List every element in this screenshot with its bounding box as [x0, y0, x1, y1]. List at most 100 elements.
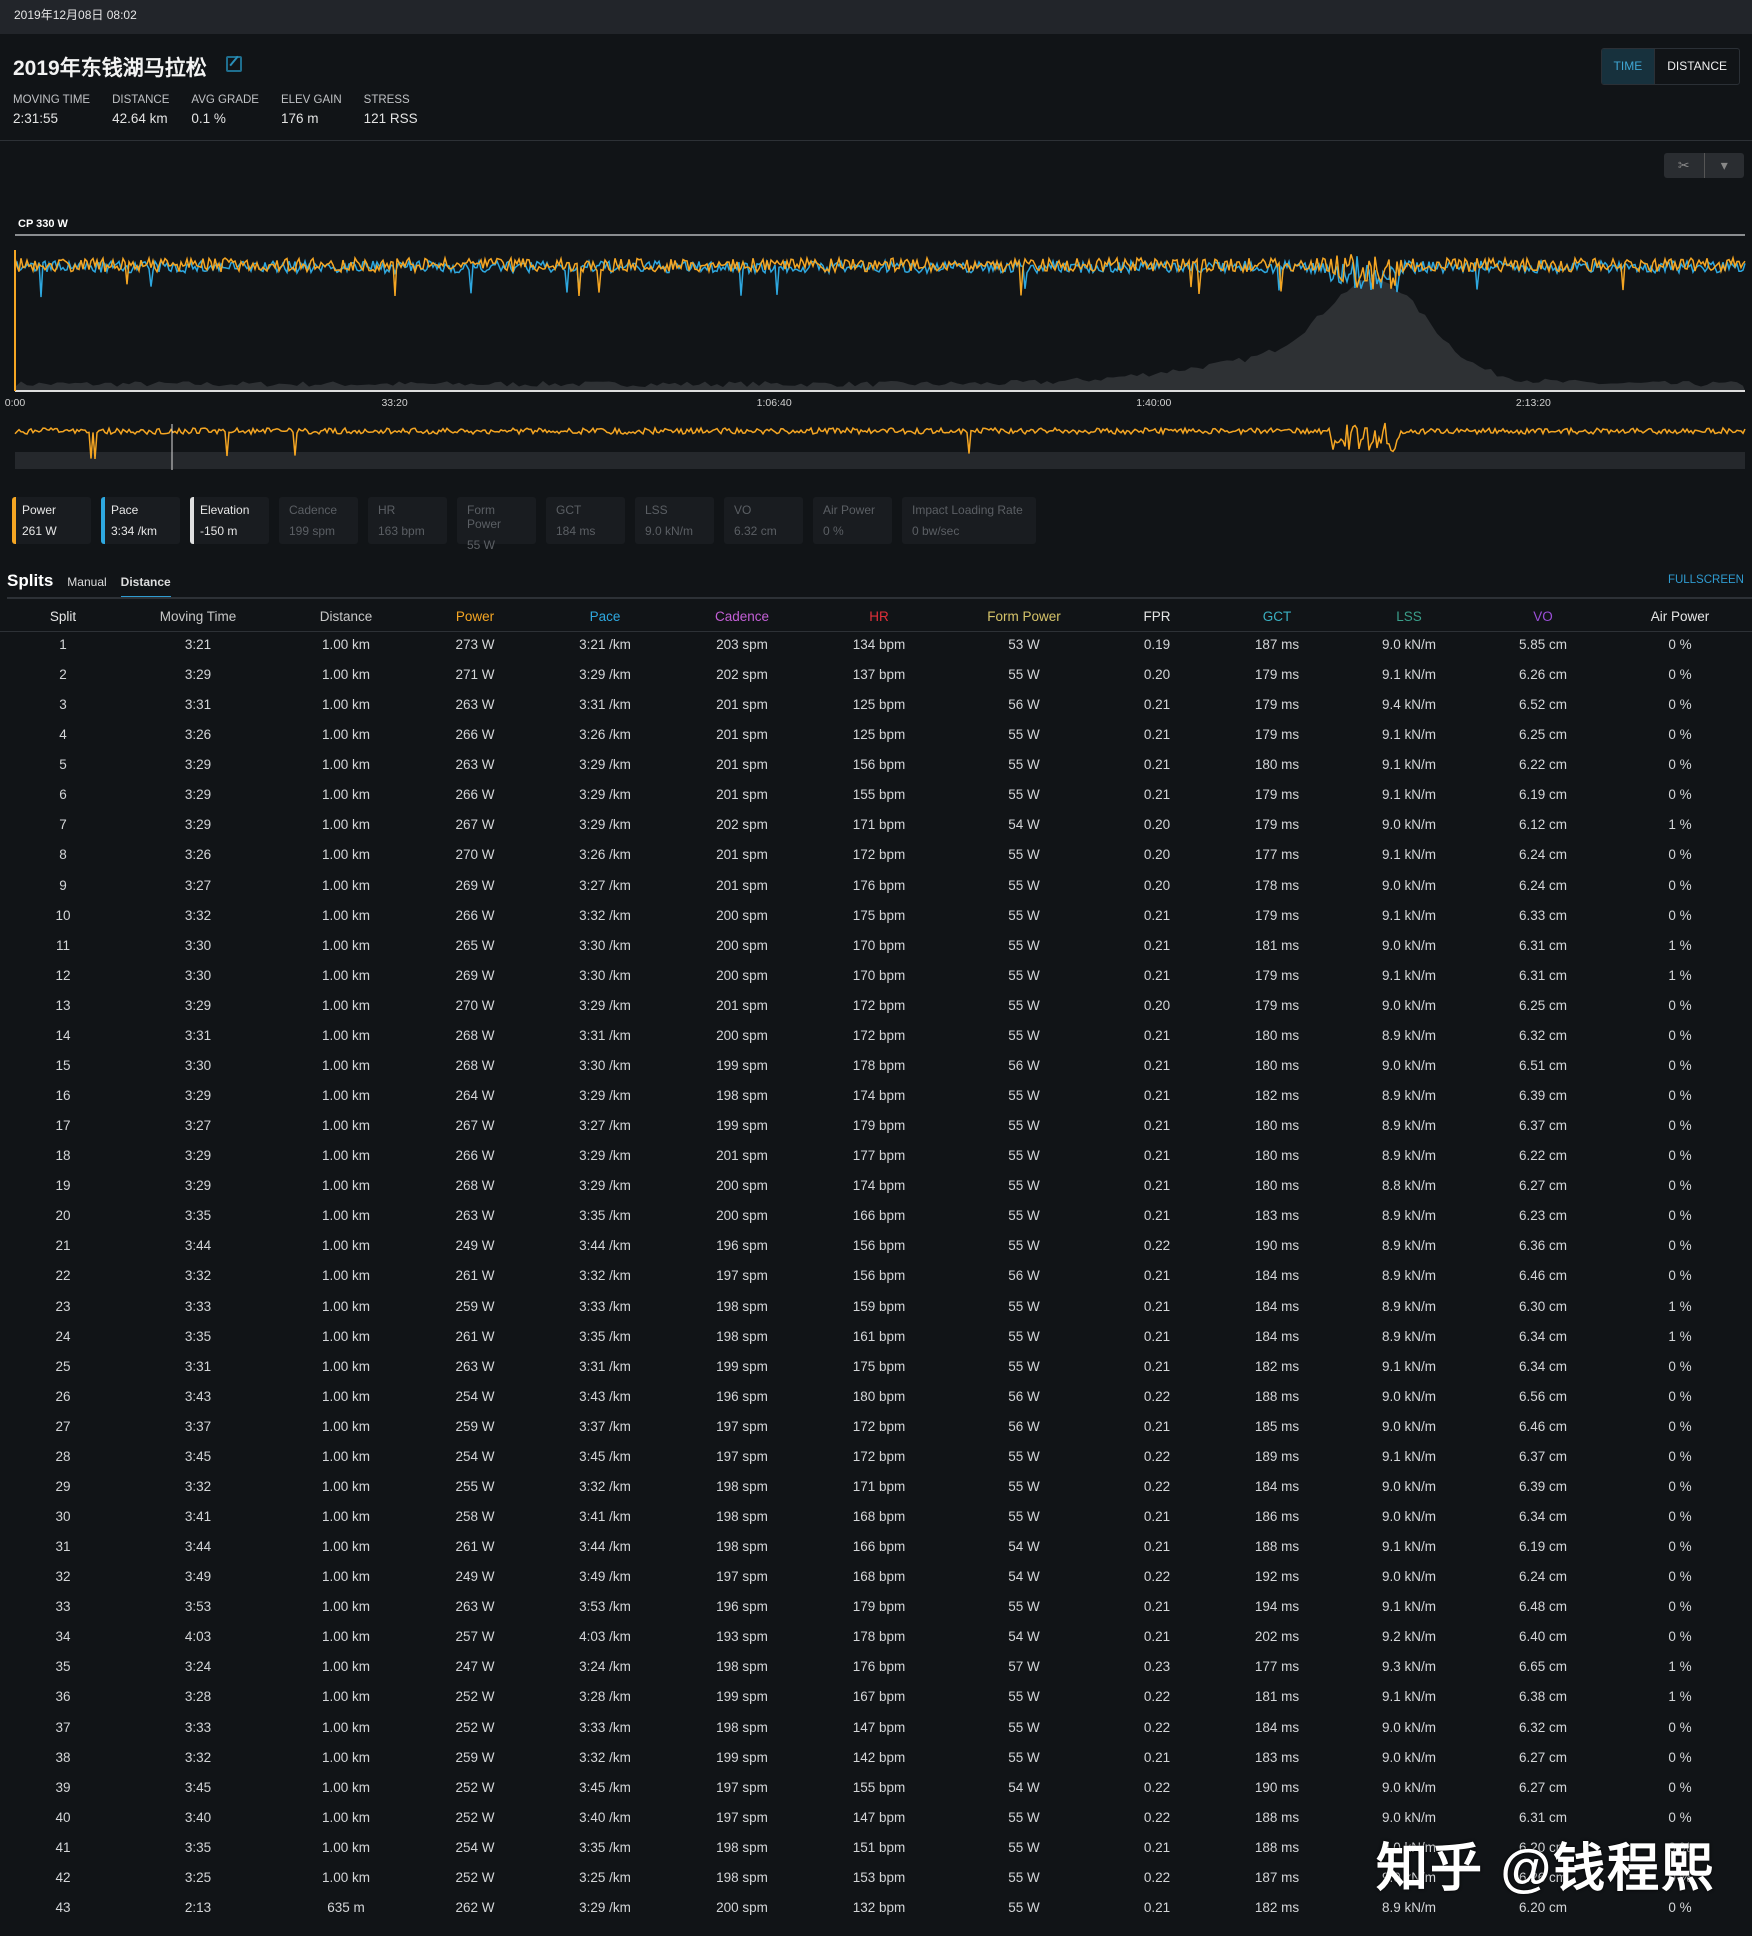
- table-row[interactable]: 12 3:30 1.00 km 269 W 3:30 /km 200 spm 170 bpm…: [0, 961, 1752, 991]
- table-row[interactable]: 31 3:44 1.00 km 261 W 3:44 /km 198 spm 166 bpm…: [0, 1532, 1752, 1562]
- column-header[interactable]: Split: [50, 602, 76, 632]
- table-row[interactable]: 16 3:29 1.00 km 264 W 3:29 /km 198 spm 174 bpm…: [0, 1081, 1752, 1111]
- metric-tile-vo[interactable]: VO 6.32 cm: [724, 497, 803, 544]
- column-header[interactable]: Form Power: [987, 602, 1061, 632]
- table-row[interactable]: 23 3:33 1.00 km 259 W 3:33 /km 198 spm 159 bpm…: [0, 1292, 1752, 1322]
- metric-value: 184 ms: [556, 524, 596, 538]
- table-row[interactable]: 22 3:32 1.00 km 261 W 3:32 /km 197 spm 156 bpm…: [0, 1261, 1752, 1291]
- column-header[interactable]: GCT: [1263, 602, 1292, 632]
- column-header[interactable]: Moving Time: [160, 602, 237, 632]
- table-cell: 178 ms: [1254, 877, 1300, 893]
- column-header[interactable]: Pace: [590, 602, 621, 632]
- table-row[interactable]: 27 3:37 1.00 km 259 W 3:37 /km 197 spm 172 bpm…: [0, 1412, 1752, 1442]
- table-row[interactable]: 7 3:29 1.00 km 267 W 3:29 /km 202 spm 171 bpm 5…: [0, 810, 1752, 840]
- column-header[interactable]: Air Power: [1651, 602, 1710, 632]
- metric-tile-power[interactable]: Power 261 W: [12, 497, 91, 544]
- metric-tile-form-power[interactable]: Form Power 55 W: [457, 497, 536, 552]
- table-row[interactable]: 39 3:45 1.00 km 252 W 3:45 /km 197 spm 155 bpm…: [0, 1773, 1752, 1803]
- table-row[interactable]: 20 3:35 1.00 km 263 W 3:35 /km 200 spm 166 bpm…: [0, 1201, 1752, 1231]
- table-row[interactable]: 34 4:03 1.00 km 257 W 4:03 /km 193 spm 178 bpm…: [0, 1622, 1752, 1652]
- column-header[interactable]: LSS: [1396, 602, 1422, 632]
- table-cell: 55 W: [1008, 1298, 1040, 1314]
- column-header[interactable]: FPR: [1144, 602, 1171, 632]
- table-row[interactable]: 38 3:32 1.00 km 259 W 3:32 /km 199 spm 142 bpm…: [0, 1743, 1752, 1773]
- table-row[interactable]: 17 3:27 1.00 km 267 W 3:27 /km 199 spm 179 bpm…: [0, 1111, 1752, 1141]
- table-cell: 3:45 /km: [579, 1779, 631, 1795]
- table-row[interactable]: 19 3:29 1.00 km 268 W 3:29 /km 200 spm 174 bpm…: [0, 1171, 1752, 1201]
- table-row[interactable]: 5 3:29 1.00 km 263 W 3:29 /km 201 spm 156 bpm 5…: [0, 750, 1752, 780]
- table-row[interactable]: 14 3:31 1.00 km 268 W 3:31 /km 200 spm 172 bpm…: [0, 1021, 1752, 1051]
- tab-manual[interactable]: Manual: [67, 575, 106, 596]
- table-row[interactable]: 18 3:29 1.00 km 266 W 3:29 /km 201 spm 177 bpm…: [0, 1141, 1752, 1171]
- table-cell: 1.00 km: [321, 817, 371, 833]
- table-row[interactable]: 25 3:31 1.00 km 263 W 3:31 /km 199 spm 175 bpm…: [0, 1352, 1752, 1382]
- table-cell: 132 bpm: [852, 1899, 906, 1915]
- table-row[interactable]: 3 3:31 1.00 km 263 W 3:31 /km 201 spm 125 bpm 5…: [0, 690, 1752, 720]
- table-row[interactable]: 9 3:27 1.00 km 269 W 3:27 /km 201 spm 176 bpm 5…: [0, 871, 1752, 901]
- table-row[interactable]: 29 3:32 1.00 km 255 W 3:32 /km 198 spm 171 bpm…: [0, 1472, 1752, 1502]
- table-row[interactable]: 6 3:29 1.00 km 266 W 3:29 /km 201 spm 155 bpm 5…: [0, 780, 1752, 810]
- table-row[interactable]: 13 3:29 1.00 km 270 W 3:29 /km 201 spm 172 bpm…: [0, 991, 1752, 1021]
- table-row[interactable]: 32 3:49 1.00 km 249 W 3:49 /km 197 spm 168 bpm…: [0, 1562, 1752, 1592]
- metric-tile-lss[interactable]: LSS 9.0 kN/m: [635, 497, 714, 544]
- table-cell: 0.21: [1143, 1509, 1171, 1525]
- table-cell: 179 ms: [1254, 967, 1300, 983]
- table-cell: 3:32: [184, 1268, 212, 1284]
- column-header[interactable]: Power: [456, 602, 494, 632]
- column-header[interactable]: Distance: [320, 602, 373, 632]
- table-cell: 198 spm: [716, 1539, 768, 1555]
- table-row[interactable]: 35 3:24 1.00 km 247 W 3:24 /km 198 spm 176 bpm…: [0, 1652, 1752, 1682]
- table-cell: 197 spm: [716, 1569, 768, 1585]
- table-row[interactable]: 15 3:30 1.00 km 268 W 3:30 /km 199 spm 178 bpm…: [0, 1051, 1752, 1081]
- metric-tile-air-power[interactable]: Air Power 0 %: [813, 497, 892, 544]
- table-cell: 188 ms: [1254, 1839, 1300, 1855]
- metric-tile-cadence[interactable]: Cadence 199 spm: [279, 497, 358, 544]
- table-cell: 201 spm: [716, 1148, 768, 1164]
- table-row[interactable]: 10 3:32 1.00 km 266 W 3:32 /km 200 spm 175 bpm…: [0, 901, 1752, 931]
- column-header[interactable]: HR: [869, 602, 889, 632]
- table-cell: 142 bpm: [852, 1749, 906, 1765]
- metric-tile-pace[interactable]: Pace 3:34 /km: [101, 497, 180, 544]
- table-row[interactable]: 26 3:43 1.00 km 254 W 3:43 /km 196 spm 180 bpm…: [0, 1382, 1752, 1412]
- column-header[interactable]: Cadence: [715, 602, 769, 632]
- table-cell: 3:27: [184, 877, 212, 893]
- metric-tile-elevation[interactable]: Elevation -150 m: [190, 497, 269, 544]
- table-row[interactable]: 8 3:26 1.00 km 270 W 3:26 /km 201 spm 172 bpm 5…: [0, 840, 1752, 870]
- table-cell: 0 %: [1668, 787, 1692, 803]
- power-line: [14, 254, 1746, 297]
- table-cell: 261 W: [455, 1328, 495, 1344]
- table-cell: 258 W: [455, 1509, 495, 1525]
- activity-chart[interactable]: [0, 0, 1752, 480]
- table-cell: 0.23: [1143, 1659, 1171, 1675]
- table-cell: 3:29: [184, 1148, 212, 1164]
- table-row[interactable]: 4 3:26 1.00 km 266 W 3:26 /km 201 spm 125 bpm 5…: [0, 720, 1752, 750]
- table-row[interactable]: 2 3:29 1.00 km 271 W 3:29 /km 202 spm 137 bpm 5…: [0, 660, 1752, 690]
- table-cell: 1.00 km: [321, 1057, 371, 1073]
- fullscreen-button[interactable]: FULLSCREEN: [1668, 574, 1744, 586]
- table-row[interactable]: 28 3:45 1.00 km 254 W 3:45 /km 197 spm 172 bpm…: [0, 1442, 1752, 1472]
- table-row[interactable]: 33 3:53 1.00 km 263 W 3:53 /km 196 spm 179 bpm…: [0, 1592, 1752, 1622]
- metric-tile-impact-loading-rate[interactable]: Impact Loading Rate 0 bw/sec: [902, 497, 1036, 544]
- metric-tile-hr[interactable]: HR 163 bpm: [368, 497, 447, 544]
- table-row[interactable]: 1 3:21 1.00 km 273 W 3:21 /km 203 spm 134 bpm 5…: [0, 630, 1752, 660]
- metric-tile-gct[interactable]: GCT 184 ms: [546, 497, 625, 544]
- table-row[interactable]: 11 3:30 1.00 km 265 W 3:30 /km 200 spm 170 bpm…: [0, 931, 1752, 961]
- table-cell: 1.00 km: [321, 907, 371, 923]
- table-cell: 179 ms: [1254, 817, 1300, 833]
- table-row[interactable]: 21 3:44 1.00 km 249 W 3:44 /km 196 spm 156 bpm…: [0, 1231, 1752, 1261]
- tab-distance[interactable]: Distance: [120, 575, 171, 599]
- table-cell: 175 bpm: [852, 1358, 906, 1374]
- table-cell: 183 ms: [1254, 1749, 1300, 1765]
- table-cell: 0.19: [1143, 637, 1171, 652]
- table-row[interactable]: 36 3:28 1.00 km 252 W 3:28 /km 199 spm 167 bpm…: [0, 1682, 1752, 1712]
- table-row[interactable]: 24 3:35 1.00 km 261 W 3:35 /km 198 spm 161 bpm…: [0, 1322, 1752, 1352]
- table-cell: 55 W: [1008, 907, 1040, 923]
- table-row[interactable]: 30 3:41 1.00 km 258 W 3:41 /km 198 spm 168 bpm…: [0, 1502, 1752, 1532]
- column-header[interactable]: VO: [1533, 602, 1553, 632]
- table-cell: 176 bpm: [852, 877, 906, 893]
- table-cell: 36: [55, 1689, 71, 1705]
- table-cell: 184 ms: [1254, 1298, 1300, 1314]
- table-row[interactable]: 37 3:33 1.00 km 252 W 3:33 /km 198 spm 147 bpm…: [0, 1713, 1752, 1743]
- table-cell: 13: [55, 997, 71, 1013]
- table-cell: 26: [55, 1388, 71, 1404]
